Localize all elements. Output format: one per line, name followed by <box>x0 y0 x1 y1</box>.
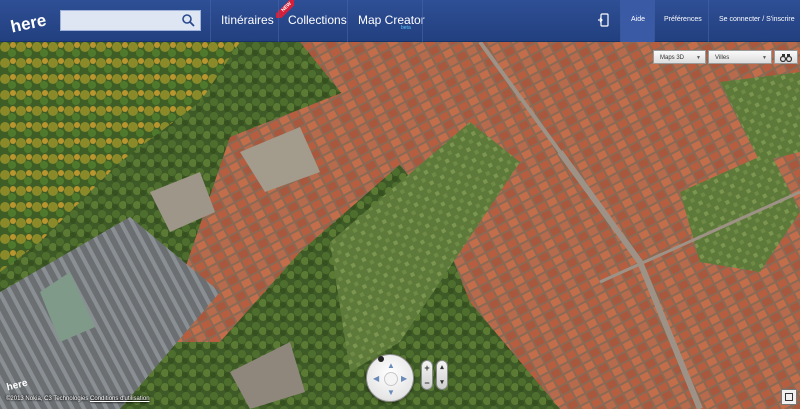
compass-center <box>384 372 398 386</box>
nav-divider <box>210 0 211 42</box>
fullscreen-button[interactable] <box>781 389 797 405</box>
tilt-bar[interactable]: ▴ ▾ <box>436 360 448 390</box>
nav-itineraires[interactable]: Itinéraires <box>221 0 274 42</box>
nav-divider <box>278 0 279 42</box>
beta-badge: beta <box>401 25 411 31</box>
preferences-link[interactable]: Préférences <box>664 0 702 42</box>
streetview-toggle[interactable] <box>774 50 798 64</box>
mobile-device-icon[interactable] <box>598 13 610 27</box>
login-link[interactable]: Se connecter / S'inscrire <box>719 0 795 42</box>
fullscreen-icon <box>785 393 793 401</box>
zoom-controls: + − ▴ ▾ <box>421 360 449 394</box>
search-input[interactable] <box>61 11 179 30</box>
pan-right-icon[interactable]: ▶ <box>401 375 407 383</box>
search-icon[interactable] <box>182 14 195 27</box>
aerial-map-view[interactable] <box>0 42 800 409</box>
tilt-down-icon[interactable]: ▾ <box>437 378 447 388</box>
copyright-notice: ©2013 Nokia, C3 Technologies Conditions … <box>6 396 150 402</box>
zoom-in-icon[interactable]: + <box>422 363 432 373</box>
copyright-text: ©2013 Nokia, C3 Technologies <box>6 396 89 402</box>
tilt-up-icon[interactable]: ▴ <box>437 363 447 373</box>
layer-selector[interactable]: Villes ▼ <box>708 50 772 64</box>
top-navigation-bar: here Itinéraires NEW Collections Map Cre… <box>0 0 800 42</box>
nav-divider <box>708 0 709 42</box>
here-logo[interactable]: here <box>6 4 50 38</box>
nav-map-creator[interactable]: Map Creator <box>358 0 425 42</box>
north-indicator[interactable] <box>378 356 384 362</box>
footer-here-logo: here <box>6 378 29 393</box>
nav-divider <box>347 0 348 42</box>
aide-link[interactable]: Aide <box>631 0 645 42</box>
layer-label: Villes <box>715 55 730 61</box>
terms-link[interactable]: Conditions d'utilisation <box>90 396 150 402</box>
pan-left-icon[interactable]: ◀ <box>373 375 379 383</box>
nav-collections[interactable]: Collections <box>288 0 347 42</box>
binoculars-icon <box>780 54 792 62</box>
map-type-label: Maps 3D <box>660 55 685 61</box>
map-type-selector[interactable]: Maps 3D ▼ <box>653 50 706 64</box>
nav-divider <box>422 0 423 42</box>
svg-text:here: here <box>6 378 29 393</box>
search-box <box>60 10 201 31</box>
pan-down-icon[interactable]: ▼ <box>387 389 395 397</box>
zoom-bar[interactable]: + − <box>421 360 433 390</box>
chevron-down-icon: ▼ <box>696 55 701 61</box>
navigation-compass[interactable]: ▲ ▼ ◀ ▶ <box>366 354 414 402</box>
nav-divider <box>654 0 655 42</box>
pan-up-icon[interactable]: ▲ <box>387 362 395 370</box>
zoom-out-icon[interactable]: − <box>422 378 432 388</box>
aerial-imagery <box>0 42 800 409</box>
chevron-down-icon: ▼ <box>762 55 767 61</box>
